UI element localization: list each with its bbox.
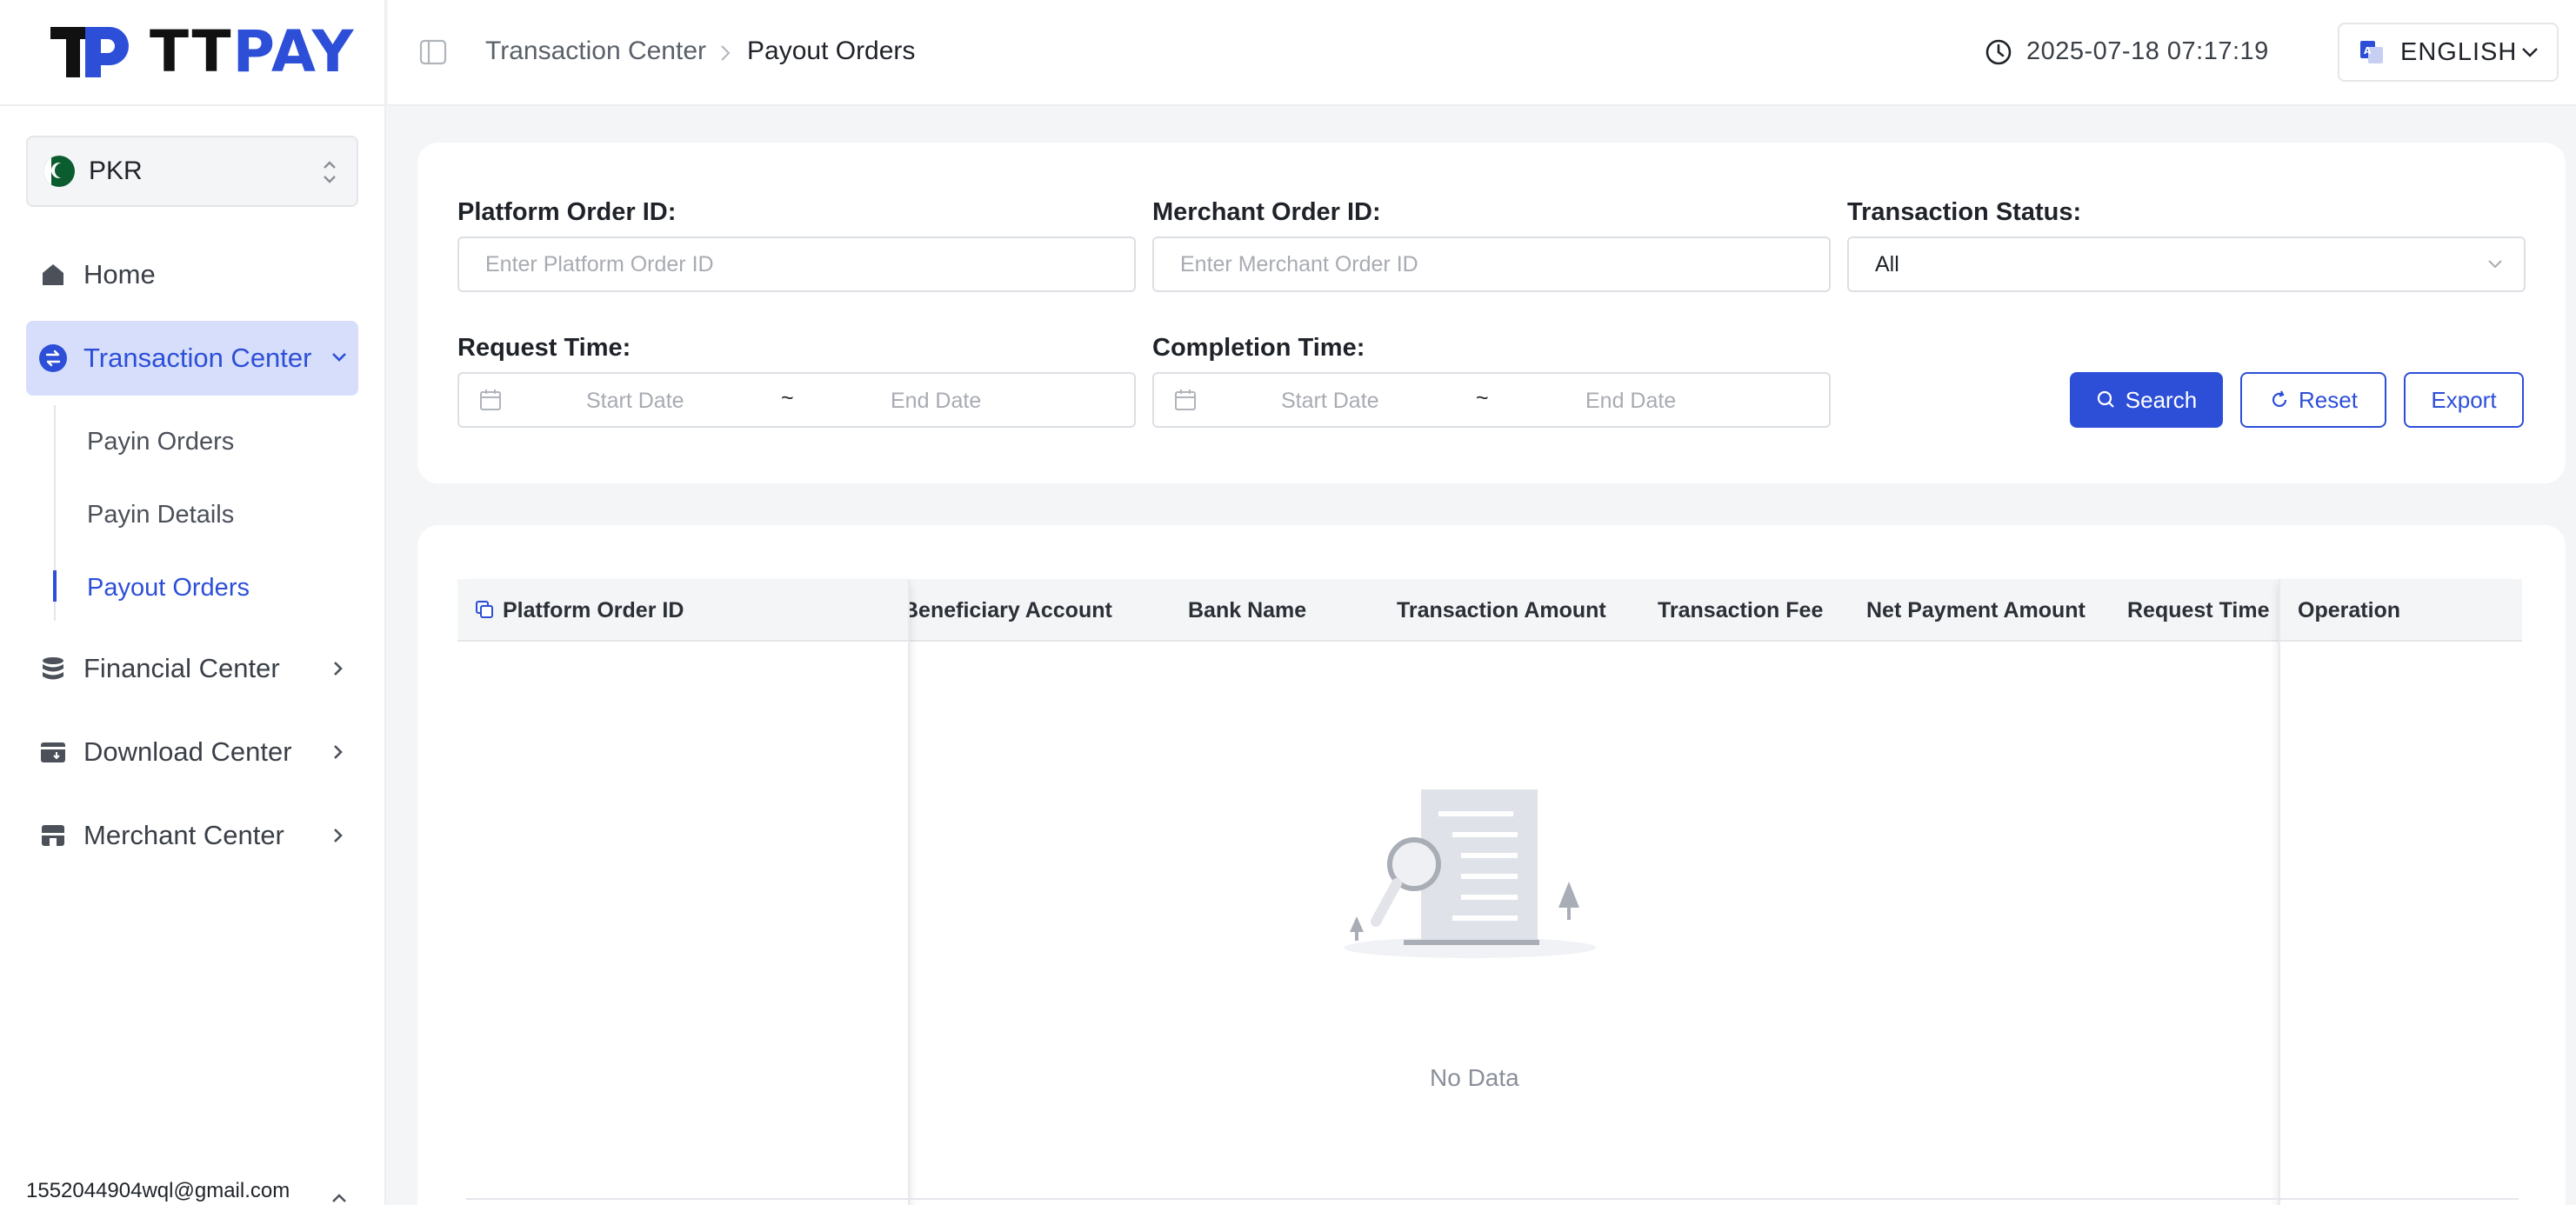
completion-end-date[interactable]: End Date — [1585, 389, 1676, 414]
store-icon — [38, 821, 68, 850]
col-transaction-fee: Transaction Fee — [1658, 598, 1824, 622]
empty-document-illustration-icon — [1344, 789, 1596, 958]
nav-download-center[interactable]: Download Center — [26, 716, 358, 789]
sidebar-toggle-icon[interactable] — [419, 38, 447, 66]
chevron-down-icon — [2522, 48, 2538, 57]
clock-icon — [1985, 39, 2012, 65]
nav-download-center-label: Download Center — [83, 736, 292, 767]
logo[interactable]: TTPAY — [0, 0, 384, 106]
language-selector[interactable]: A ENGLISH — [2338, 23, 2559, 82]
chevron-down-icon — [2488, 260, 2502, 269]
filter-panel: Platform Order ID: Enter Platform Order … — [417, 143, 2566, 483]
transaction-status-value: All — [1875, 251, 1899, 276]
pakistan-flag-icon — [43, 156, 75, 187]
user-email[interactable]: 1552044904wql@gmail.com — [26, 1179, 290, 1203]
sidebar: TTPAY PKR Home Transaction Center Payin … — [0, 0, 386, 1205]
nav-merchant-center[interactable]: Merchant Center — [26, 799, 358, 872]
copy-icon[interactable] — [475, 600, 494, 619]
svg-text:A: A — [2364, 45, 2372, 57]
request-start-date[interactable]: Start Date — [586, 389, 684, 414]
current-datetime: 2025-07-18 07:17:19 — [2026, 37, 2269, 65]
top-header: Transaction Center Payout Orders 2025-07… — [388, 0, 2576, 106]
database-icon — [38, 654, 68, 683]
nav-home[interactable]: Home — [26, 238, 358, 311]
nav-merchant-center-label: Merchant Center — [83, 820, 284, 850]
nav-home-label: Home — [83, 259, 156, 290]
nav-financial-center[interactable]: Financial Center — [26, 632, 358, 705]
col-transaction-amount: Transaction Amount — [1397, 598, 1606, 622]
calendar-icon — [1175, 389, 1196, 410]
nav-financial-center-label: Financial Center — [83, 653, 280, 683]
platform-order-id-label: Platform Order ID: — [457, 198, 677, 226]
chevron-up-icon[interactable] — [330, 1191, 348, 1203]
breadcrumb-payout-orders: Payout Orders — [747, 37, 916, 65]
breadcrumb-separator-icon — [721, 45, 731, 61]
col-request-time: Request Time — [2127, 598, 2270, 622]
request-time-range-picker[interactable]: Start Date ~ End Date — [457, 372, 1136, 428]
merchant-order-id-input[interactable]: Enter Merchant Order ID — [1152, 236, 1831, 292]
col-bank-name: Bank Name — [1188, 598, 1307, 622]
nav-payin-orders[interactable]: Payin Orders — [87, 428, 234, 456]
home-icon — [38, 260, 68, 290]
date-separator: ~ — [781, 386, 794, 410]
breadcrumb-transaction-center[interactable]: Transaction Center — [485, 37, 706, 66]
currency-selector[interactable]: PKR — [26, 136, 358, 207]
search-button[interactable]: Search — [2070, 372, 2223, 428]
chevron-updown-icon — [324, 161, 336, 183]
chevron-right-icon — [334, 829, 343, 842]
completion-start-date[interactable]: Start Date — [1281, 389, 1379, 414]
empty-state-text: No Data — [1430, 1064, 1519, 1091]
completion-time-range-picker[interactable]: Start Date ~ End Date — [1152, 372, 1831, 428]
reset-button[interactable]: Reset — [2240, 372, 2386, 428]
search-icon — [2096, 389, 2117, 410]
nav-transaction-center-label: Transaction Center — [83, 343, 312, 373]
logo-text: TTPAY — [150, 18, 356, 85]
col-beneficiary-account: Beneficiary Account — [910, 598, 1112, 622]
col-operation: Operation — [2298, 598, 2401, 622]
request-end-date[interactable]: End Date — [891, 389, 981, 414]
search-button-label: Search — [2125, 386, 2198, 413]
download-box-icon — [38, 737, 68, 767]
chevron-down-icon — [332, 353, 346, 362]
chevron-right-icon — [334, 662, 343, 676]
transaction-status-select[interactable]: All — [1847, 236, 2526, 292]
refresh-icon — [2269, 389, 2290, 410]
date-separator: ~ — [1476, 386, 1489, 410]
nav-payin-details[interactable]: Payin Details — [87, 501, 234, 529]
table-scroll-header[interactable]: Beneficiary Account Bank Name Transactio… — [910, 579, 2279, 642]
transaction-status-label: Transaction Status: — [1847, 198, 2082, 226]
col-platform-order-id: Platform Order ID — [503, 598, 684, 622]
orders-table-panel: Beneficiary Account Bank Name Transactio… — [417, 525, 2566, 1205]
fixed-left-column: Platform Order ID — [457, 579, 910, 1205]
fixed-right-column: Operation — [2279, 579, 2522, 1205]
table-bottom-border — [466, 1198, 2519, 1200]
platform-order-id-input[interactable]: Enter Platform Order ID — [457, 236, 1136, 292]
nav-transaction-center[interactable]: Transaction Center — [26, 321, 358, 396]
calendar-icon — [480, 389, 501, 410]
export-button-label: Export — [2431, 386, 2497, 413]
export-button[interactable]: Export — [2404, 372, 2524, 428]
ttpay-logo-mark-icon — [50, 27, 129, 77]
merchant-order-id-label: Merchant Order ID: — [1152, 198, 1381, 226]
exchange-icon — [38, 343, 68, 373]
completion-time-label: Completion Time: — [1152, 334, 1365, 362]
request-time-label: Request Time: — [457, 334, 631, 362]
nav-payout-orders[interactable]: Payout Orders — [87, 574, 250, 602]
translate-icon: A — [2360, 41, 2383, 63]
col-net-payment-amount: Net Payment Amount — [1866, 598, 2085, 622]
reset-button-label: Reset — [2299, 386, 2358, 413]
currency-label: PKR — [89, 156, 143, 185]
language-label: ENGLISH — [2400, 37, 2518, 66]
chevron-right-icon — [334, 745, 343, 759]
active-marker — [53, 570, 57, 602]
